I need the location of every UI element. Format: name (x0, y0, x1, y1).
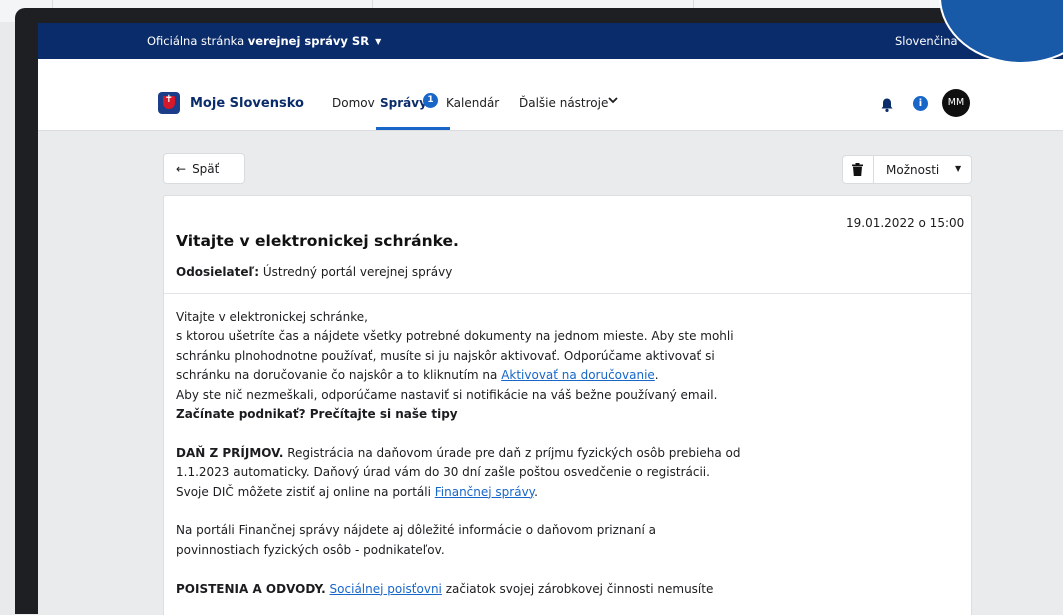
income-tax-heading: DAŇ Z PRÍJMOV. (176, 445, 284, 460)
body-line: schránku plnohodnotne používať, musíte s… (176, 348, 715, 363)
nav-more-tools[interactable]: Ďalšie nástroje (519, 96, 608, 110)
body-text-span: začiatok svojej zárobkovej činnosti nemu… (441, 581, 714, 596)
body-line: s ktorou ušetríte čas a nájdete všetky p… (176, 329, 734, 344)
body-text-span: . (654, 368, 659, 383)
tips-heading: Začínate podnikať? Prečítajte si naše ti… (176, 407, 458, 422)
device-frame: Oficiálna stránka verejnej správy SR ▼ Sl… (15, 8, 1063, 615)
message-title: Vitajte v elektronickej schránke. (176, 232, 459, 250)
user-avatar[interactable]: MM (942, 89, 970, 117)
message-sender: Odosielateľ: Ústredný portál verejnej sp… (176, 265, 452, 279)
back-button[interactable]: ← Späť (163, 153, 245, 184)
arrow-left-icon: ← (176, 162, 187, 176)
emblem-cross: ✝ (164, 94, 174, 105)
nav-spravy[interactable]: Správy (380, 96, 427, 110)
bell-icon[interactable] (880, 97, 894, 113)
options-label: Možnosti (886, 163, 940, 177)
trash-icon (852, 163, 863, 176)
nav-kalendar[interactable]: Kalendár (446, 96, 499, 110)
delete-button[interactable] (843, 156, 874, 183)
body-text-span: . (534, 484, 538, 499)
body-text-span: Svoje DIČ môžete zistiť aj online na por… (176, 484, 435, 499)
body-line: POISTENIA A ODVODY. Sociálnej poisťovni … (176, 580, 756, 599)
language-label: Slovenčina (895, 34, 958, 48)
body-line: Začínate podnikať? Prečítajte si naše ti… (176, 405, 756, 424)
body-line: 1.1.2023 automaticky. Daňový úrad vám do… (176, 465, 710, 480)
divider (164, 293, 971, 294)
chevron-down-icon[interactable] (608, 95, 618, 108)
caret-down-icon: ▼ (955, 164, 962, 173)
body-text-span: schránku na doručovanie čo najskôr a to … (176, 368, 502, 383)
brand-name[interactable]: Moje Slovensko (190, 96, 304, 111)
insurance-heading: POISTENIA A ODVODY. (176, 581, 326, 596)
body-text-span: Registrácia na daňovom úrade pre daň z p… (283, 445, 741, 460)
caret-down-icon: ▼ (375, 37, 382, 46)
official-site-dropdown[interactable]: Oficiálna stránka verejnej správy SR ▼ (147, 34, 381, 48)
social-insurance-link[interactable]: Sociálnej poisťovni (330, 582, 442, 596)
body-line: Aby ste nič nezmeškali, odporúčame nasta… (176, 387, 718, 402)
body-line: Svoje DIČ môžete zistiť aj online na por… (176, 483, 756, 502)
official-site-bold: verejnej správy SR (247, 34, 370, 48)
message-card: 19.01.2022 o 15:00 Vitajte v elektronick… (163, 195, 972, 615)
back-label: Späť (192, 162, 220, 176)
active-tab-indicator (376, 127, 450, 130)
nav-home[interactable]: Domov (332, 96, 375, 110)
info-icon[interactable]: i (913, 96, 928, 111)
screen: Oficiálna stránka verejnej správy SR ▼ Sl… (38, 23, 1063, 615)
sender-value: Ústredný portál verejnej správy (259, 265, 453, 279)
message-body: Vitajte v elektronickej schránke, s ktor… (176, 308, 756, 599)
sender-label: Odosielateľ: (176, 265, 260, 279)
body-line: Na portáli Finančnej správy nájdete aj d… (176, 523, 656, 538)
unread-count-badge: 1 (423, 93, 438, 108)
gov-bar: Oficiálna stránka verejnej správy SR ▼ Sl… (38, 23, 1063, 59)
options-dropdown[interactable]: Možnosti ▼ (842, 155, 972, 184)
body-line: schránku na doručovanie čo najskôr a to … (176, 366, 756, 385)
body-line: DAŇ Z PRÍJMOV. Registrácia na daňovom úr… (176, 444, 756, 463)
body-line: povinnostiach fyzických osôb - podnikate… (176, 542, 445, 557)
official-site-prefix: Oficiálna stránka (147, 34, 248, 48)
slovak-emblem-logo-icon[interactable]: ✝ (158, 92, 180, 114)
financial-administration-link[interactable]: Finančnej správy (435, 485, 534, 499)
emblem-shield: ✝ (163, 94, 175, 109)
activate-delivery-link[interactable]: Aktivovať na doručovanie (501, 368, 655, 382)
body-line: Vitajte v elektronickej schránke, (176, 310, 368, 324)
message-date: 19.01.2022 o 15:00 (846, 216, 965, 230)
site-header: ✝ Moje Slovensko Domov Správy 1 Kalendár… (38, 59, 1063, 131)
